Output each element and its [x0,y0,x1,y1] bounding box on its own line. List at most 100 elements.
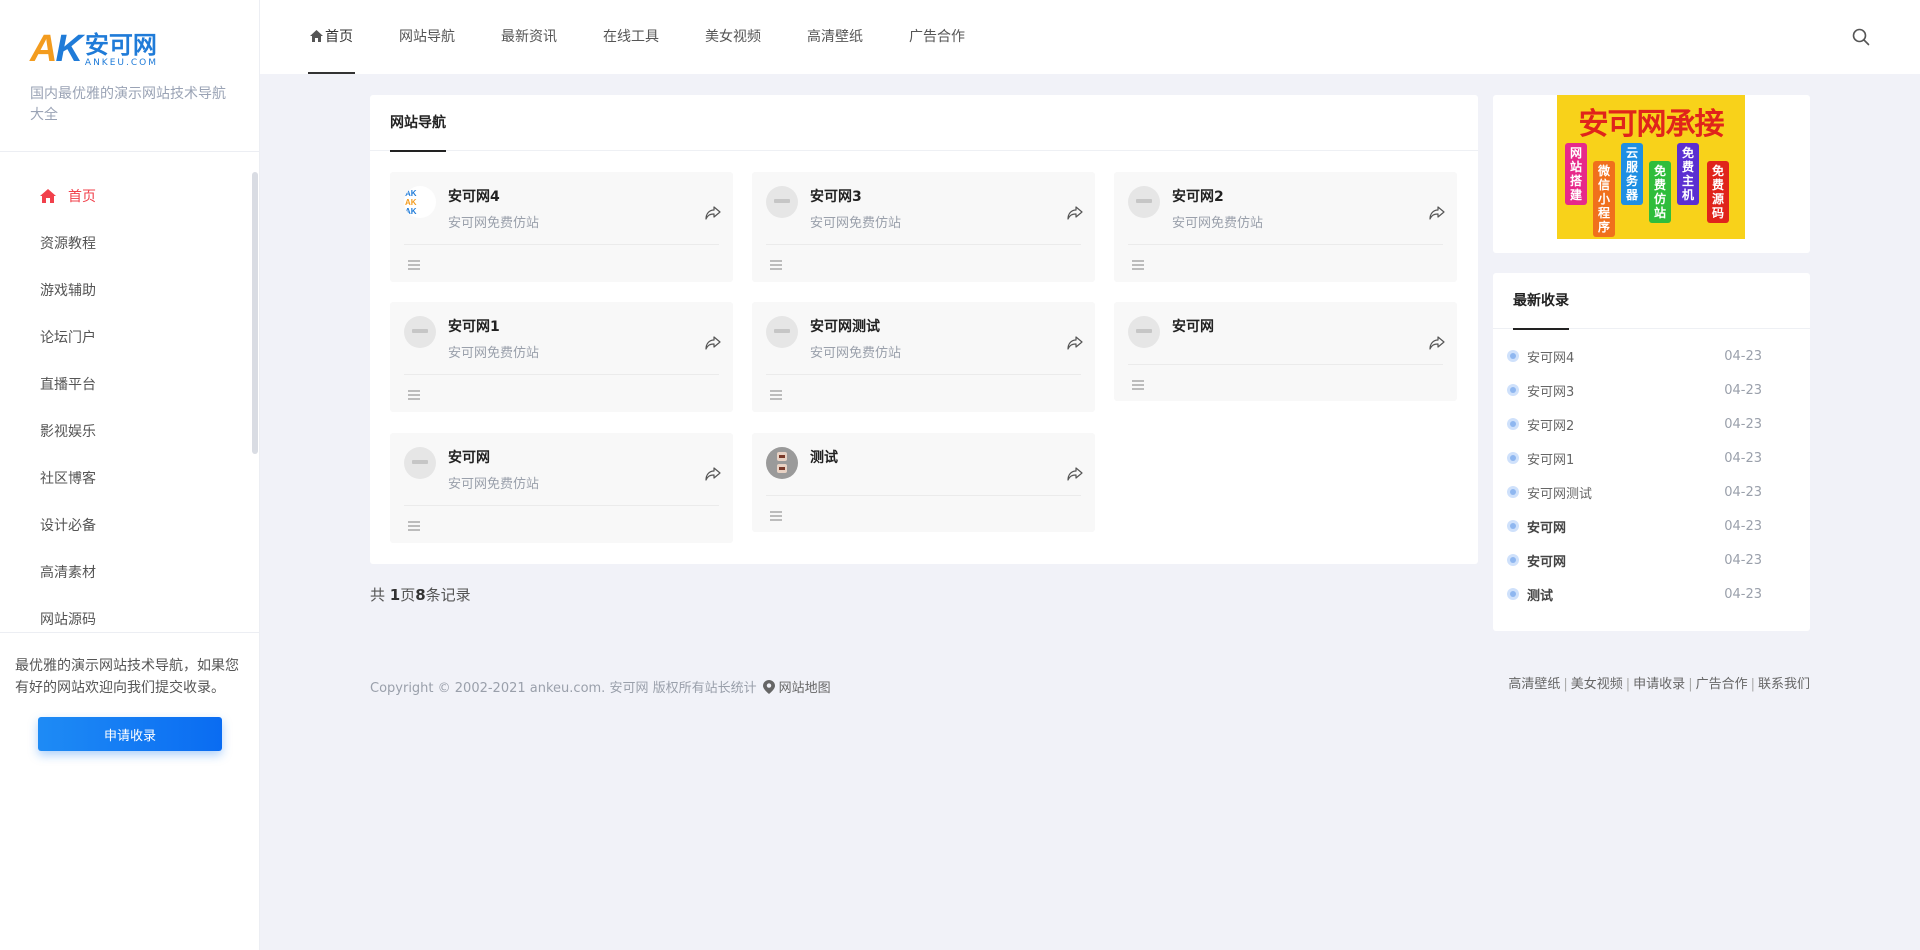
list-icon[interactable] [408,521,420,531]
nav-wallpapers[interactable]: 高清壁纸 [807,0,863,74]
sidebar-item-entertainment[interactable]: 影视娱乐 [0,407,252,454]
footer-link-apply[interactable]: 申请收录 [1633,677,1685,692]
ad-tag: 免费仿站 [1649,161,1671,223]
sidebar-item-blogs[interactable]: 社区博客 [0,454,252,501]
ad-tag: 云服务器 [1621,143,1643,205]
share-icon[interactable] [705,206,721,220]
share-icon[interactable] [705,336,721,350]
recent-date: 04-23 [1724,518,1762,534]
site-card[interactable]: AK AK AK 安可网4 安可网免费仿站 [390,172,733,282]
site-card[interactable]: 测试 [752,433,1095,532]
sidebar-item-game-tools[interactable]: 游戏辅助 [0,266,252,313]
site-card[interactable]: 安可网3 安可网免费仿站 [752,172,1095,282]
site-name: 安可网 [1172,319,1214,335]
site-card[interactable]: 安可网测试 安可网免费仿站 [752,302,1095,412]
separator: | [1625,677,1631,692]
share-icon[interactable] [1429,206,1445,220]
list-item[interactable]: 安可网4 04-23 [1507,339,1796,373]
recent-name: 安可网2 [1527,418,1575,434]
sidebar-item-label: 游戏辅助 [40,282,96,299]
share-icon[interactable] [1067,336,1083,350]
recent-date: 04-23 [1724,484,1762,500]
site-logo[interactable]: AK 安可网 ANKEU.COM [30,28,235,68]
list-icon[interactable] [770,390,782,400]
list-item[interactable]: 安可网1 04-23 [1507,441,1796,475]
sidebar-item-tutorials[interactable]: 资源教程 [0,219,252,266]
share-icon[interactable] [1429,336,1445,350]
list-icon[interactable] [408,260,420,270]
sitemap-link[interactable]: 网站地图 [779,677,831,696]
site-name: 安可网2 [1172,189,1224,205]
footer-link-wallpapers[interactable]: 高清壁纸 [1508,677,1560,692]
bullet-icon [1507,554,1519,566]
copyright-text: Copyright © 2002-2021 ankeu.com. 安可网 版权所… [370,681,757,696]
footer-links: 高清壁纸 | 美女视频 | 申请收录 | 广告合作 | 联系我们 [1508,673,1810,692]
sidebar-item-forums[interactable]: 论坛门户 [0,313,252,360]
list-icon[interactable] [770,511,782,521]
nav-news[interactable]: 最新资讯 [501,0,557,74]
footer-link-advertising[interactable]: 广告合作 [1696,677,1748,692]
sidebar-item-label: 高清素材 [40,564,96,581]
sidebar-item-home[interactable]: 首页 [0,172,252,219]
separator: | [1563,677,1568,692]
home-icon [310,30,323,42]
nav-online-tools[interactable]: 在线工具 [603,0,659,74]
sidebar-item-label: 社区博客 [40,470,96,487]
share-icon[interactable] [1067,467,1083,481]
nav-videos[interactable]: 美女视频 [705,0,761,74]
sidebar-item-source-code[interactable]: 网站源码 [0,595,252,632]
nav-label: 美女视频 [705,29,761,45]
ad-tag: 免费主机 [1677,143,1699,205]
card-divider [766,374,1081,375]
sidebar-item-live[interactable]: 直播平台 [0,360,252,407]
site-card[interactable]: 安可网2 安可网免费仿站 [1114,172,1457,282]
site-directory-card: 网站导航 AK AK AK 安可网4 安可网免费仿站 安可网3 安可网免费仿站 安可… [370,95,1478,564]
copyright: Copyright © 2002-2021 ankeu.com. 安可网 版权所… [370,677,831,696]
site-card[interactable]: 安可网1 安可网免费仿站 [390,302,733,412]
tab-site-directory[interactable]: 网站导航 [390,95,446,152]
card-divider [404,374,719,375]
list-icon[interactable] [1132,380,1144,390]
site-avatar [766,447,798,479]
share-icon[interactable] [705,467,721,481]
nav-label: 高清壁纸 [807,29,863,45]
card-header: 最新收录 [1493,273,1810,330]
ad-tag: 网站搭建 [1565,143,1587,205]
site-avatar: AK AK AK [404,186,436,218]
bullet-icon [1507,418,1519,430]
ad-tag: 免费源码 [1707,161,1729,223]
promo-text: 最优雅的演示网站技术导航，如果您有好的网站欢迎向我们提交收录。 [15,658,239,696]
tab-recent[interactable]: 最新收录 [1513,273,1569,330]
separator: | [1750,677,1755,692]
nav-advertising[interactable]: 广告合作 [909,0,965,74]
sidebar-item-design[interactable]: 设计必备 [0,501,252,548]
site-avatar [404,447,436,479]
apply-button[interactable]: 申请收录 [38,717,222,751]
list-item[interactable]: 安可网测试 04-23 [1507,475,1796,509]
ad-banner[interactable]: 安可网承接 网站搭建 微信小程序 云服务器 免费仿站 免费主机 免费源码 [1557,95,1745,239]
sidebar-scrollbar[interactable] [252,172,258,454]
list-item[interactable]: 安可网 04-23 [1507,509,1796,543]
list-item[interactable]: 安可网 04-23 [1507,543,1796,577]
svg-text:AK: AK [405,207,417,216]
footer-link-contact[interactable]: 联系我们 [1758,677,1810,692]
svg-text:AK: AK [405,189,417,198]
site-desc: 安可网免费仿站 [810,346,902,361]
sidebar-item-materials[interactable]: 高清素材 [0,548,252,595]
pagination-summary: 共 1页8条记录 [370,586,471,604]
list-icon[interactable] [1132,260,1144,270]
footer-link-videos[interactable]: 美女视频 [1571,677,1623,692]
list-icon[interactable] [770,260,782,270]
list-item[interactable]: 安可网3 04-23 [1507,373,1796,407]
nav-site-directory[interactable]: 网站导航 [399,0,455,74]
search-icon[interactable] [1852,28,1870,46]
card-header: 网站导航 [370,95,1478,152]
share-icon[interactable] [1067,206,1083,220]
site-card[interactable]: 安可网 安可网免费仿站 [390,433,733,543]
site-card[interactable]: 安可网 [1114,302,1457,401]
nav-home[interactable]: 首页 [308,0,355,74]
site-desc: 安可网免费仿站 [448,216,540,231]
list-item[interactable]: 测试 04-23 [1507,577,1796,611]
list-icon[interactable] [408,390,420,400]
list-item[interactable]: 安可网2 04-23 [1507,407,1796,441]
